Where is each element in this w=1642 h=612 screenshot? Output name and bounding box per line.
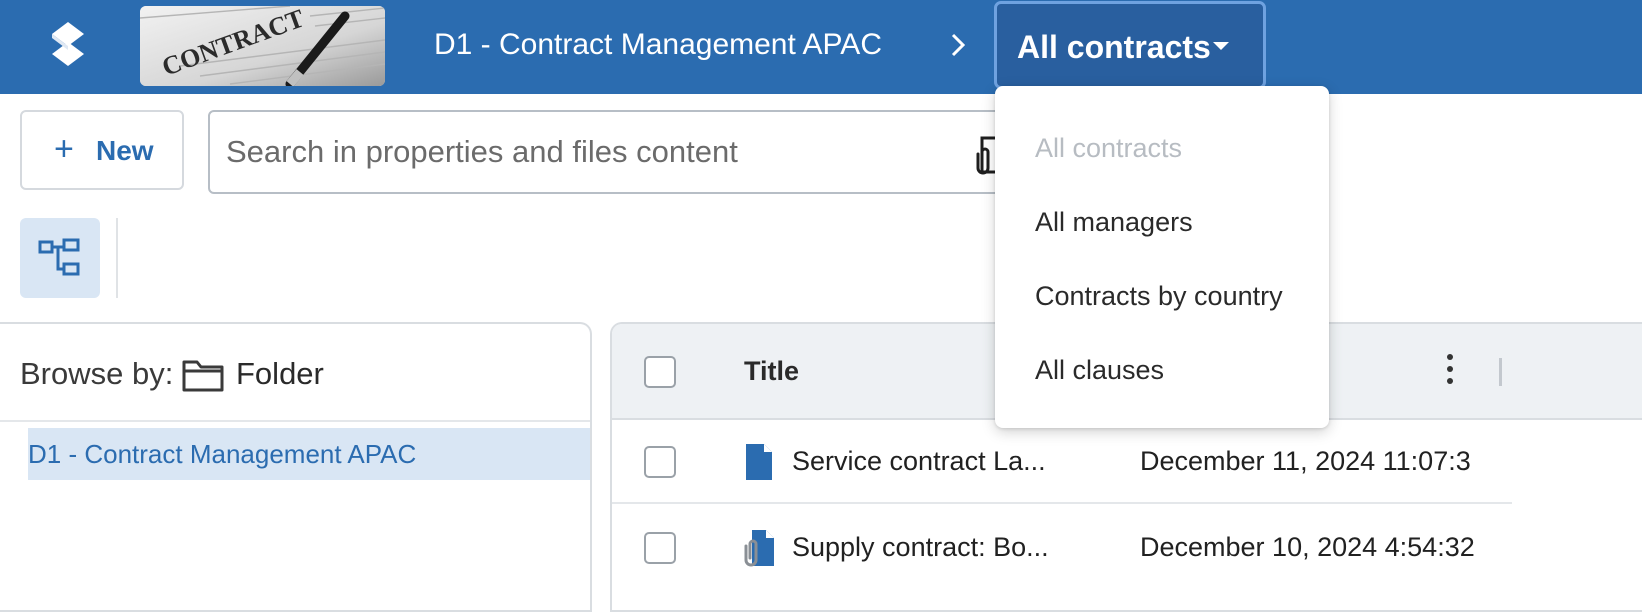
- row-date: December 10, 2024 4:54:32: [1140, 532, 1474, 562]
- panel-divider: [0, 420, 590, 422]
- top-bar: CONTRACT D1 - Contract Management APAC A…: [0, 0, 1642, 94]
- tree-node-selected[interactable]: D1 - Contract Management APAC: [28, 428, 590, 480]
- toolbar-divider: [116, 218, 118, 298]
- row-checkbox[interactable]: [644, 446, 676, 478]
- view-selector-label: All contracts: [1017, 29, 1211, 65]
- menu-item-contracts-by-country[interactable]: Contracts by country: [995, 260, 1329, 332]
- menu-item-all-clauses[interactable]: All clauses: [995, 334, 1329, 406]
- table-row[interactable]: Supply contract: Bo... December 10, 2024…: [612, 506, 1512, 590]
- tree-view-toggle[interactable]: [20, 218, 100, 298]
- select-all-checkbox[interactable]: [644, 356, 676, 388]
- app-logo-icon[interactable]: [42, 20, 94, 72]
- column-resize-handle[interactable]: [1499, 358, 1502, 386]
- menu-item-all-contracts: All contracts: [1035, 133, 1183, 163]
- row-title[interactable]: Service contract La...: [792, 446, 1052, 477]
- browse-panel: Browse by: Folder D1 - Contract Manageme…: [0, 322, 592, 612]
- contract-banner-image: CONTRACT: [140, 6, 385, 86]
- breadcrumb-workspace[interactable]: D1 - Contract Management APAC: [434, 28, 882, 62]
- menu-item-all-managers[interactable]: All managers: [995, 186, 1329, 258]
- search-box: [208, 110, 1008, 194]
- document-icon: [746, 444, 772, 480]
- search-input[interactable]: [226, 130, 966, 174]
- new-button[interactable]: + New: [20, 110, 184, 190]
- tree-node-label: D1 - Contract Management APAC: [28, 439, 417, 469]
- tree-structure-icon: [38, 238, 80, 276]
- view-dropdown-menu: All contracts All managers Contracts by …: [995, 86, 1329, 428]
- row-date: December 11, 2024 11:07:3: [1140, 446, 1471, 476]
- browse-by-label: Browse by:: [20, 356, 174, 391]
- view-selector-button[interactable]: All contracts: [994, 1, 1266, 89]
- column-options-icon[interactable]: [1444, 354, 1456, 390]
- row-checkbox[interactable]: [644, 532, 676, 564]
- browse-mode-label[interactable]: Folder: [236, 356, 324, 392]
- document-attachment-icon: [744, 530, 774, 567]
- chevron-right-icon: [951, 33, 966, 57]
- caret-down-icon: [1213, 42, 1229, 50]
- table-row[interactable]: Service contract La... December 11, 2024…: [612, 420, 1512, 504]
- plus-icon: +: [54, 130, 74, 168]
- row-title[interactable]: Supply contract: Bo...: [792, 532, 1052, 563]
- folder-icon[interactable]: [182, 358, 224, 392]
- new-button-label: New: [96, 135, 154, 166]
- column-header-title[interactable]: Title: [744, 356, 799, 387]
